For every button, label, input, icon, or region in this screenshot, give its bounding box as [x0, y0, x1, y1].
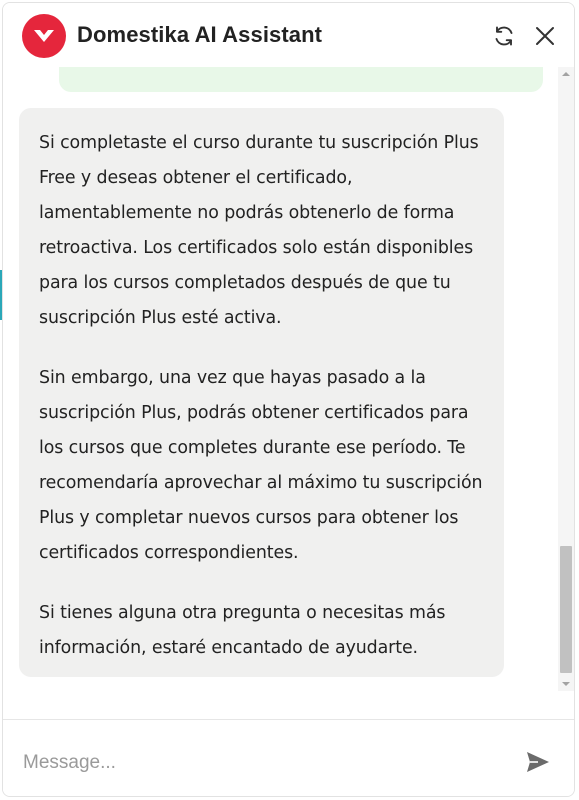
refresh-button[interactable]	[489, 21, 519, 51]
assistant-message-bubble: Si completaste el curso durante tu suscr…	[19, 108, 504, 677]
scroll-thumb[interactable]	[560, 546, 572, 673]
message-list[interactable]: Si completaste el curso durante tu suscr…	[3, 67, 558, 691]
chat-header: Domestika AI Assistant	[3, 3, 574, 67]
assistant-paragraph: Si completaste el curso durante tu suscr…	[39, 133, 479, 328]
scroll-up-arrow-icon[interactable]	[558, 67, 574, 81]
message-input[interactable]	[21, 745, 505, 781]
message-scrollbar[interactable]	[558, 67, 574, 691]
user-message-bubble	[59, 67, 543, 92]
send-button[interactable]	[524, 748, 552, 776]
refresh-icon	[495, 26, 513, 46]
assistant-paragraph: Si tienes alguna otra pregunta o necesit…	[39, 603, 446, 658]
domestika-logo-icon	[22, 14, 66, 58]
close-button[interactable]	[530, 21, 560, 51]
message-composer	[3, 719, 574, 796]
scroll-down-arrow-icon[interactable]	[558, 677, 574, 691]
chat-widget: Domestika AI Assistant Si completaste el…	[2, 2, 575, 797]
logo-glyph	[34, 30, 54, 42]
send-icon	[527, 752, 549, 772]
assistant-paragraph: Sin embargo, una vez que hayas pasado a …	[39, 368, 483, 563]
assistant-title: Domestika AI Assistant	[77, 22, 323, 47]
close-icon	[536, 27, 554, 45]
